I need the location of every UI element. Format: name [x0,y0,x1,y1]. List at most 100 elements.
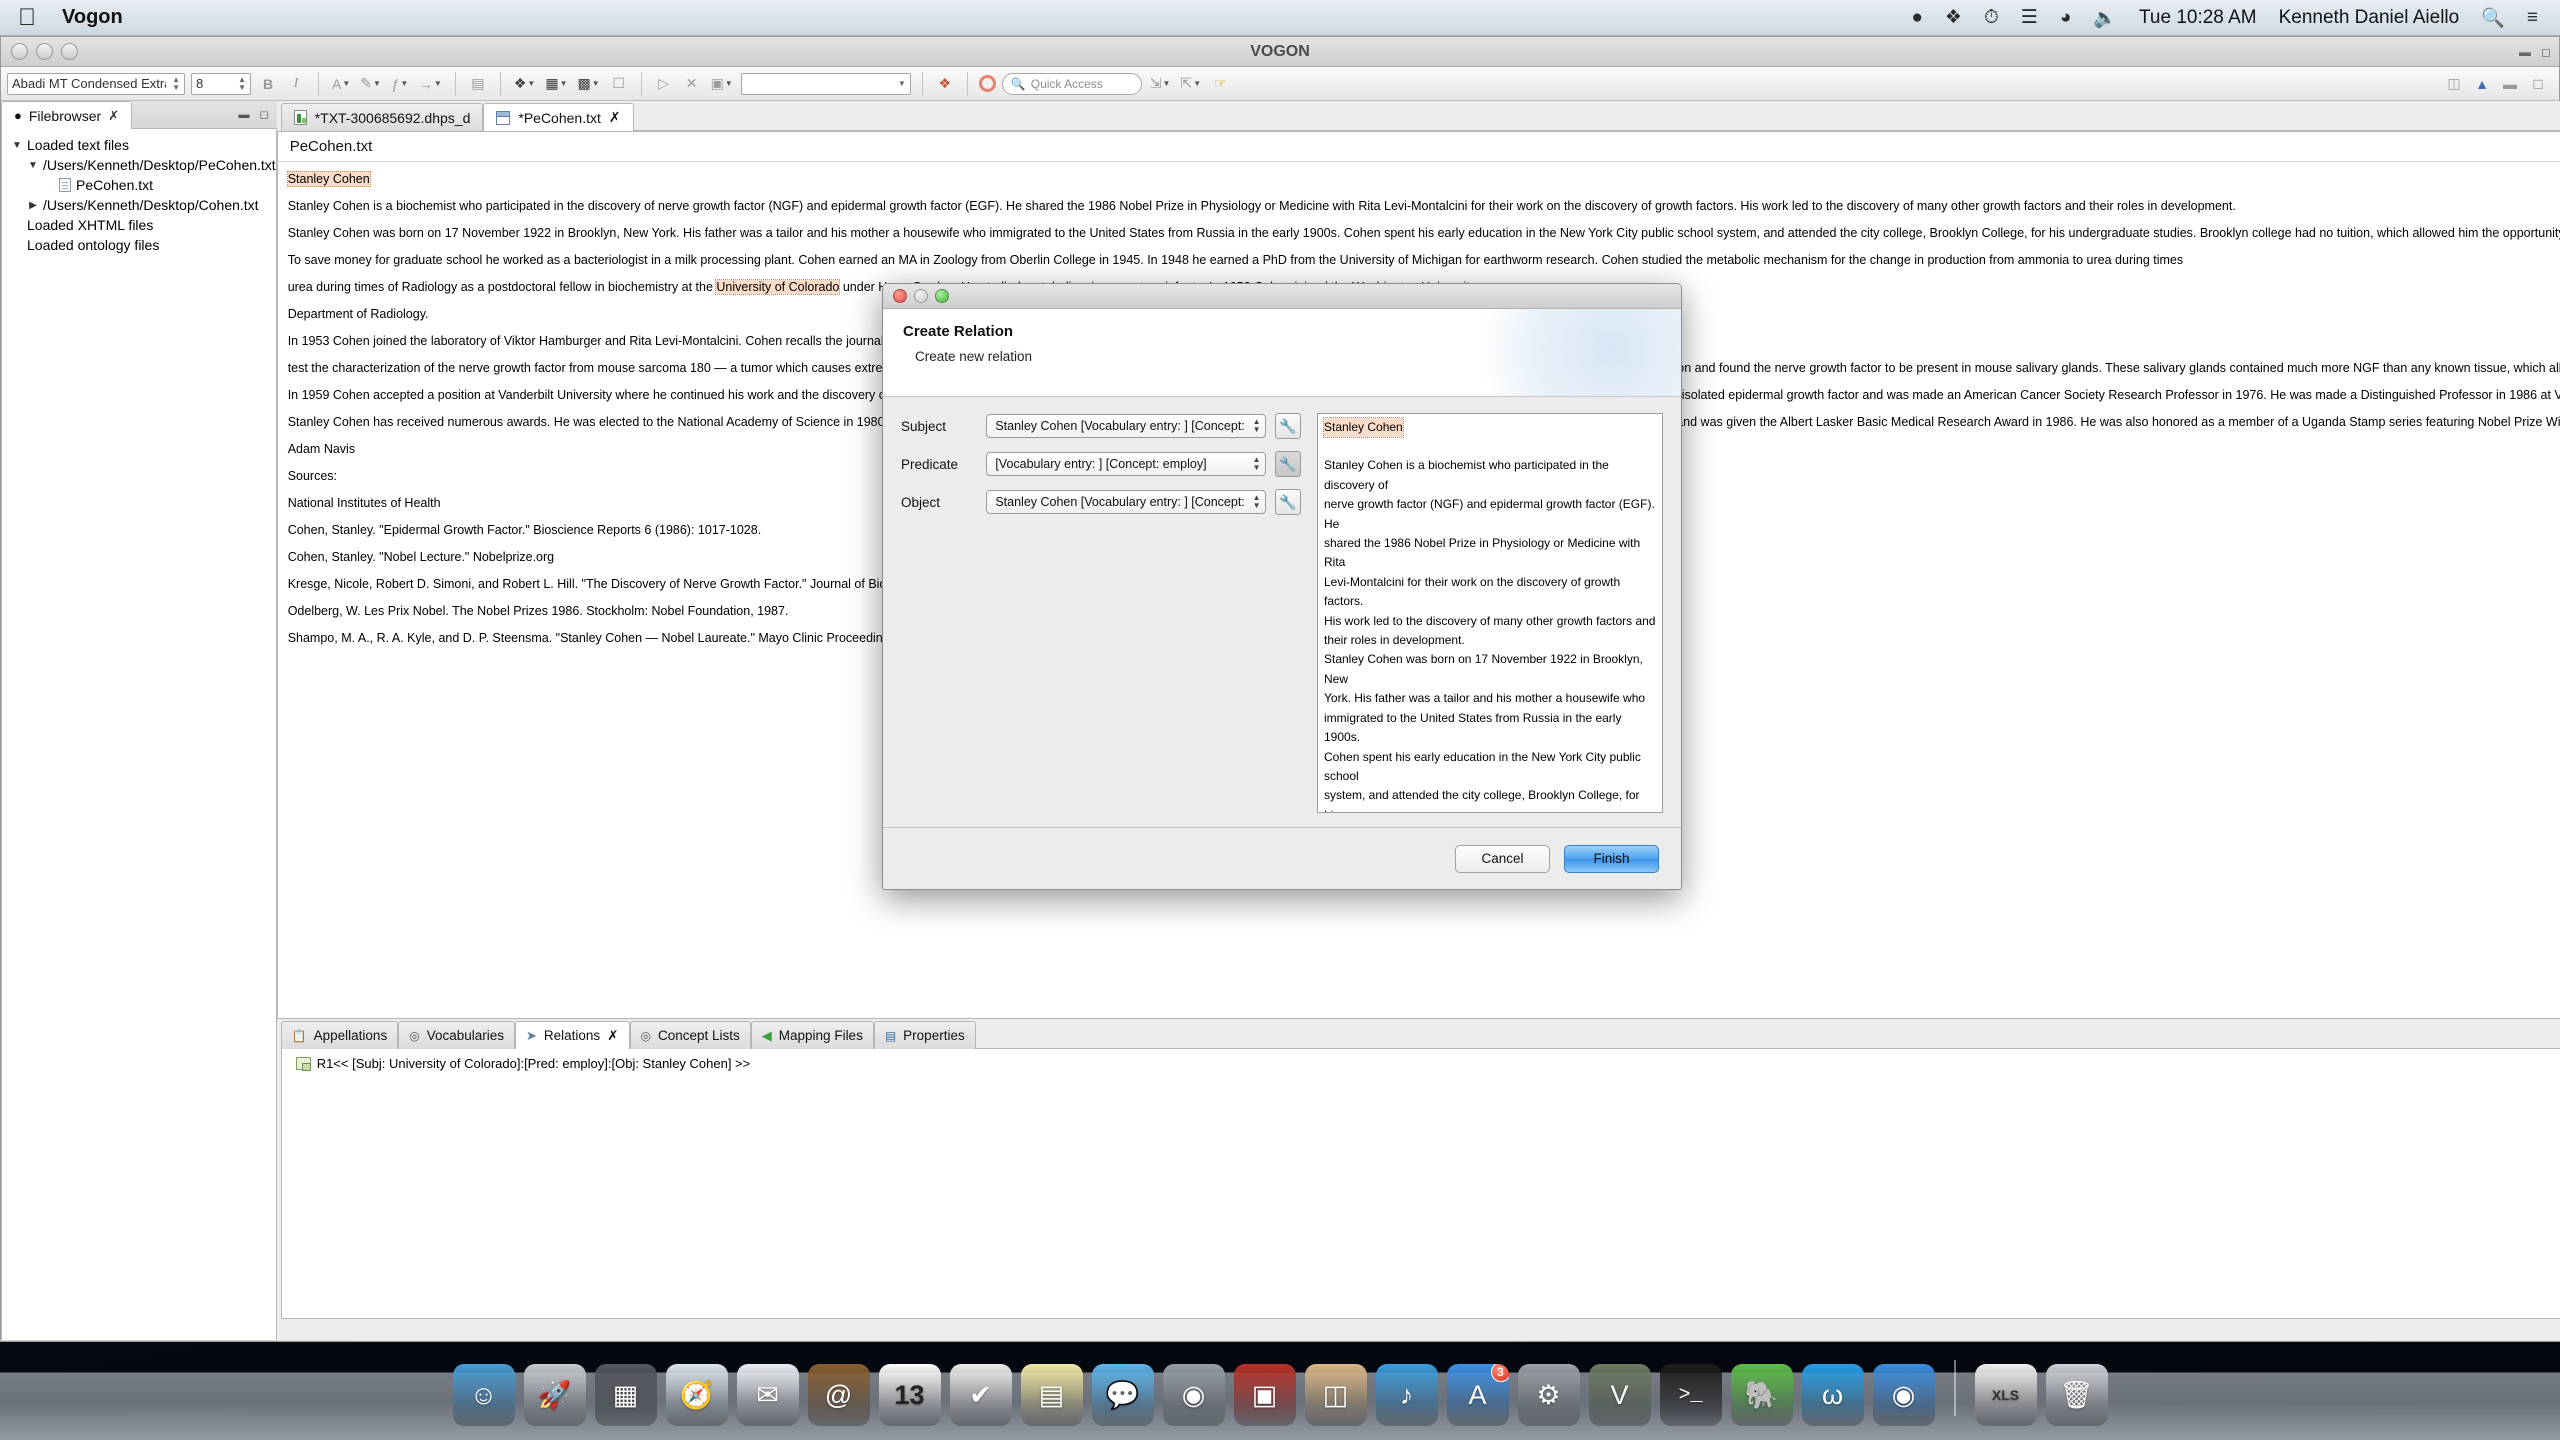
dock-item-calendar[interactable]: 13 [878,1364,941,1426]
dialog-minimize-button[interactable] [914,289,928,303]
layout-button[interactable]: ▣ ▼ [709,72,735,96]
dock-item-vogon[interactable]: V [1588,1364,1651,1426]
close-icon[interactable]: ✗ [108,108,119,124]
tile-windows-icon[interactable]: ◫ [2443,72,2465,96]
subject-select[interactable]: Stanley Cohen [Vocabulary entry: ] [Conc… [986,414,1266,438]
vogon-perspective-icon[interactable]: ❖ [934,72,956,96]
dropbox-icon[interactable]: ❖ [1945,6,1962,29]
tab-relations[interactable]: ➤ Relations ✗ [515,1021,630,1049]
dock-item-itunes[interactable]: ♪ [1375,1364,1438,1426]
bold-button[interactable]: B [257,72,279,96]
filebrowser-tree[interactable]: ▼ Loaded text files ▼ /Users/Kenneth/Deskto… [1,129,277,1341]
maximize-perspective-icon[interactable]: ◻ [2527,72,2549,96]
create-relation-button[interactable]: ▦ ▼ [543,72,569,96]
dock-item-mission-control[interactable]: ▦ [594,1364,657,1426]
twisty-expanded-icon[interactable]: ▼ [28,160,38,171]
close-icon[interactable]: ✗ [609,109,621,126]
tree-item[interactable]: ▶ /Users/Kenneth/Desktop/Cohen.txt [2,195,276,215]
object-wrench-button[interactable]: 🔧 [1274,489,1301,515]
tree-item[interactable]: ▼ /Users/Kenneth/Desktop/PeCohen.txt [2,155,276,175]
dock-item-evernote[interactable]: 🐘 [1730,1364,1793,1426]
dock-item-photo-booth[interactable]: ▣ [1233,1364,1296,1426]
tab-properties[interactable]: ▤ Properties [873,1021,976,1049]
dock-item-trash[interactable]: 🗑 [2045,1364,2108,1426]
tree-item[interactable]: Loaded ontology files [2,235,276,255]
tab-pecohen-txt[interactable]: *PeCohen.txt ✗ [483,103,634,131]
wifi-icon[interactable]: ◕ [2060,7,2071,29]
highlighted-term[interactable]: University of Colorado [715,279,841,295]
table-view-button[interactable]: ▤ [467,72,489,96]
dock-item-terminal[interactable]: >_ [1659,1364,1722,1426]
menu-app-name[interactable]: Vogon [62,6,123,29]
dock-item-safari[interactable]: 🧭 [665,1364,728,1426]
dock-item-system-preferences[interactable]: ⚙ [1517,1364,1580,1426]
evernote-icon[interactable]: ● [1911,7,1922,29]
export-button[interactable]: ⇱ ▼ [1178,72,1203,96]
minimize-perspective-icon[interactable]: ▬ [2499,72,2521,96]
dock-item-finder[interactable]: ☺ [452,1364,515,1426]
twisty-collapsed-icon[interactable]: ▶ [28,200,38,211]
pointer-icon[interactable]: ☞ [1209,72,1231,96]
dock-item-notes[interactable]: ▤ [1020,1364,1083,1426]
dock-item-reminders[interactable]: ✔ [949,1364,1012,1426]
font-size-combo[interactable]: 8 ▲ ▼ [191,72,251,95]
dock-item-contacts[interactable]: @ [807,1364,870,1426]
object-select[interactable]: Stanley Cohen [Vocabulary entry: ] [Conc… [986,490,1266,514]
dock-item-launchpad[interactable]: 🚀 [523,1364,586,1426]
highlight-color-button[interactable]: ✎ ▼ [358,72,383,96]
dock-item-facetime[interactable]: ◉ [1162,1364,1225,1426]
quick-access-input[interactable]: 🔍 Quick Access [1001,72,1142,95]
window-restore-icon[interactable]: ◻ [2541,45,2551,59]
twisty-expanded-icon[interactable]: ▼ [12,140,22,151]
tab-filebrowser[interactable]: ● Filebrowser ✗ [1,101,133,129]
dock-item-xls-document[interactable]: XLS [1974,1364,2037,1426]
dock-item-wolfram[interactable]: ω [1801,1364,1864,1426]
import-button[interactable]: ⇲ ▼ [1148,72,1173,96]
tree-item[interactable]: Loaded XHTML files [2,215,276,235]
bluetooth-icon[interactable]: ☰ [2021,6,2038,29]
tab-mapping-files[interactable]: ◀ Mapping Files [750,1021,874,1049]
create-concept-button[interactable]: ▩ ▼ [575,72,601,96]
dock-item-messages[interactable]: 💬 [1091,1364,1154,1426]
dock-item-chrome[interactable]: ◉ [1872,1364,1935,1426]
dialog-text-preview[interactable]: Stanley Cohen Stanley Cohen is a biochem… [1317,413,1663,813]
tab-concept-lists[interactable]: ◎ Concept Lists [629,1021,751,1049]
dialog-zoom-button[interactable] [935,289,949,303]
notification-center-icon[interactable]: ≡ [2527,7,2538,29]
warning-icon[interactable]: ▲ [2471,72,2493,96]
stop-button[interactable]: ✕ [681,72,703,96]
volume-icon[interactable]: 🔈 [2093,6,2117,30]
indent-button[interactable]: → ▼ [417,72,444,96]
cancel-button[interactable]: Cancel [1455,844,1550,873]
predicate-wrench-button[interactable]: 🔧 [1274,451,1301,477]
menu-user-name[interactable]: Kenneth Daniel Aiello [2279,7,2460,29]
menu-clock[interactable]: Tue 10:28 AM [2139,7,2257,29]
vogon-circle-icon[interactable] [978,75,996,92]
dock-item-app-store[interactable]: A3 [1446,1364,1509,1426]
finish-button[interactable]: Finish [1564,844,1659,873]
maximize-icon[interactable]: ◻ [260,108,269,121]
dialog-close-button[interactable] [893,289,907,303]
apple-menu-icon[interactable]:  [18,5,36,30]
text-color-button[interactable]: A ▼ [330,72,352,96]
tree-item[interactable]: ▼ Loaded text files [2,135,276,155]
select-region-button[interactable]: ☐ [608,72,630,96]
minimize-icon[interactable]: ▬ [239,109,250,121]
dock-item-mail[interactable]: ✉ [736,1364,799,1426]
tab-appellations[interactable]: 📋 Appellations [280,1021,399,1049]
tab-txt-300685692[interactable]: *TXT-300685692.dhps_d [280,103,484,131]
dock-item-iphoto[interactable]: ◫ [1304,1364,1367,1426]
relations-list[interactable]: R1<< [Subj: University of Colorado]:[Pre… [280,1049,2560,1319]
table-row[interactable]: R1<< [Subj: University of Colorado]:[Pre… [282,1053,2560,1073]
italic-button[interactable]: I [285,72,307,96]
highlighted-appellation[interactable]: Stanley Cohen [286,171,371,187]
tree-item[interactable]: PeCohen.txt [2,175,276,195]
subject-wrench-button[interactable]: 🔧 [1274,413,1301,439]
close-icon[interactable]: ✗ [607,1028,618,1044]
search-icon[interactable]: 🔍 [2481,6,2505,30]
preview-highlighted-title[interactable]: Stanley Cohen [1323,416,1404,439]
create-appellation-button[interactable]: ❖ ▼ [512,72,537,96]
clear-format-button[interactable]: ƒ ▼ [389,72,411,96]
timemachine-icon[interactable]: ⏱ [1984,7,1999,29]
blank-combo[interactable]: ▼ [740,72,911,95]
